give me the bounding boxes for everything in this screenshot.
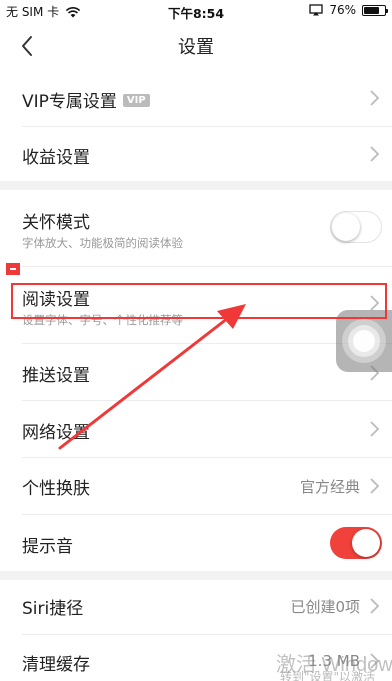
chevron-right-icon [370, 146, 380, 162]
settings-row-skin[interactable]: 个性换肤 官方经典 [0, 458, 392, 514]
row-value: 1.3 MB [308, 652, 360, 670]
divider [22, 266, 392, 267]
status-bar: 无 SIM 卡 下午8:54 76% [0, 0, 392, 22]
settings-row-reading[interactable]: 阅读设置 设置字体、字号、个性化推荐等 [0, 276, 392, 332]
settings-row-push[interactable]: 推送设置 [0, 344, 392, 400]
settings-row-sound[interactable]: 提示音 [0, 515, 392, 571]
row-label: 清理缓存 [22, 655, 90, 675]
settings-row-network[interactable]: 网络设置 [0, 401, 392, 457]
toggle-knob [352, 528, 380, 557]
status-right: 76% [309, 3, 388, 17]
settings-row-vip[interactable]: VIP专属设置 VIP [0, 72, 392, 124]
row-label: VIP专属设置 VIP [22, 87, 150, 112]
care-mode-toggle[interactable] [330, 211, 382, 243]
assistive-ring [353, 330, 375, 352]
chevron-right-icon [370, 598, 380, 614]
chevron-right-icon [370, 90, 380, 106]
settings-row-care-mode[interactable]: 关怀模式 字体放大、功能极简的阅读体验 [0, 190, 392, 260]
row-label: Siri捷径 [22, 599, 84, 619]
page-title: 设置 [178, 37, 214, 58]
screen-mirroring-icon [309, 4, 323, 16]
settings-row-siri[interactable]: Siri捷径 已创建0项 [0, 580, 392, 632]
settings-row-cache[interactable]: 清理缓存 1.3 MB [0, 635, 392, 681]
row-value: 已创建0项 [290, 598, 360, 616]
nav-bar: 设置 [0, 22, 392, 70]
annotation-minus-tag [6, 263, 20, 275]
row-label: 个性换肤 [22, 479, 90, 499]
battery-percent: 76% [329, 3, 356, 17]
sound-toggle[interactable] [330, 527, 382, 559]
chevron-right-icon [370, 478, 380, 494]
row-label: 关怀模式 [22, 213, 90, 233]
section-gap [0, 181, 392, 190]
row-subtitle: 设置字体、字号、个性化推荐等 [22, 313, 183, 327]
assistive-touch-button[interactable] [336, 310, 392, 372]
vip-badge: VIP [122, 93, 150, 107]
toggle-knob [332, 212, 360, 241]
settings-row-earnings[interactable]: 收益设置 [0, 127, 392, 181]
row-label: 网络设置 [22, 423, 90, 443]
row-label: 提示音 [22, 537, 73, 557]
battery-icon [362, 4, 388, 16]
row-value: 官方经典 [299, 478, 360, 496]
battery-fill [364, 6, 380, 14]
row-label: 阅读设置 [22, 290, 90, 310]
vip-label-text: VIP专属设置 [22, 92, 117, 112]
row-label: 收益设置 [22, 148, 90, 168]
chevron-right-icon [370, 653, 380, 669]
row-label: 推送设置 [22, 366, 90, 386]
section-gap [0, 571, 392, 580]
chevron-right-icon [370, 421, 380, 437]
row-subtitle: 字体放大、功能极简的阅读体验 [22, 236, 183, 250]
